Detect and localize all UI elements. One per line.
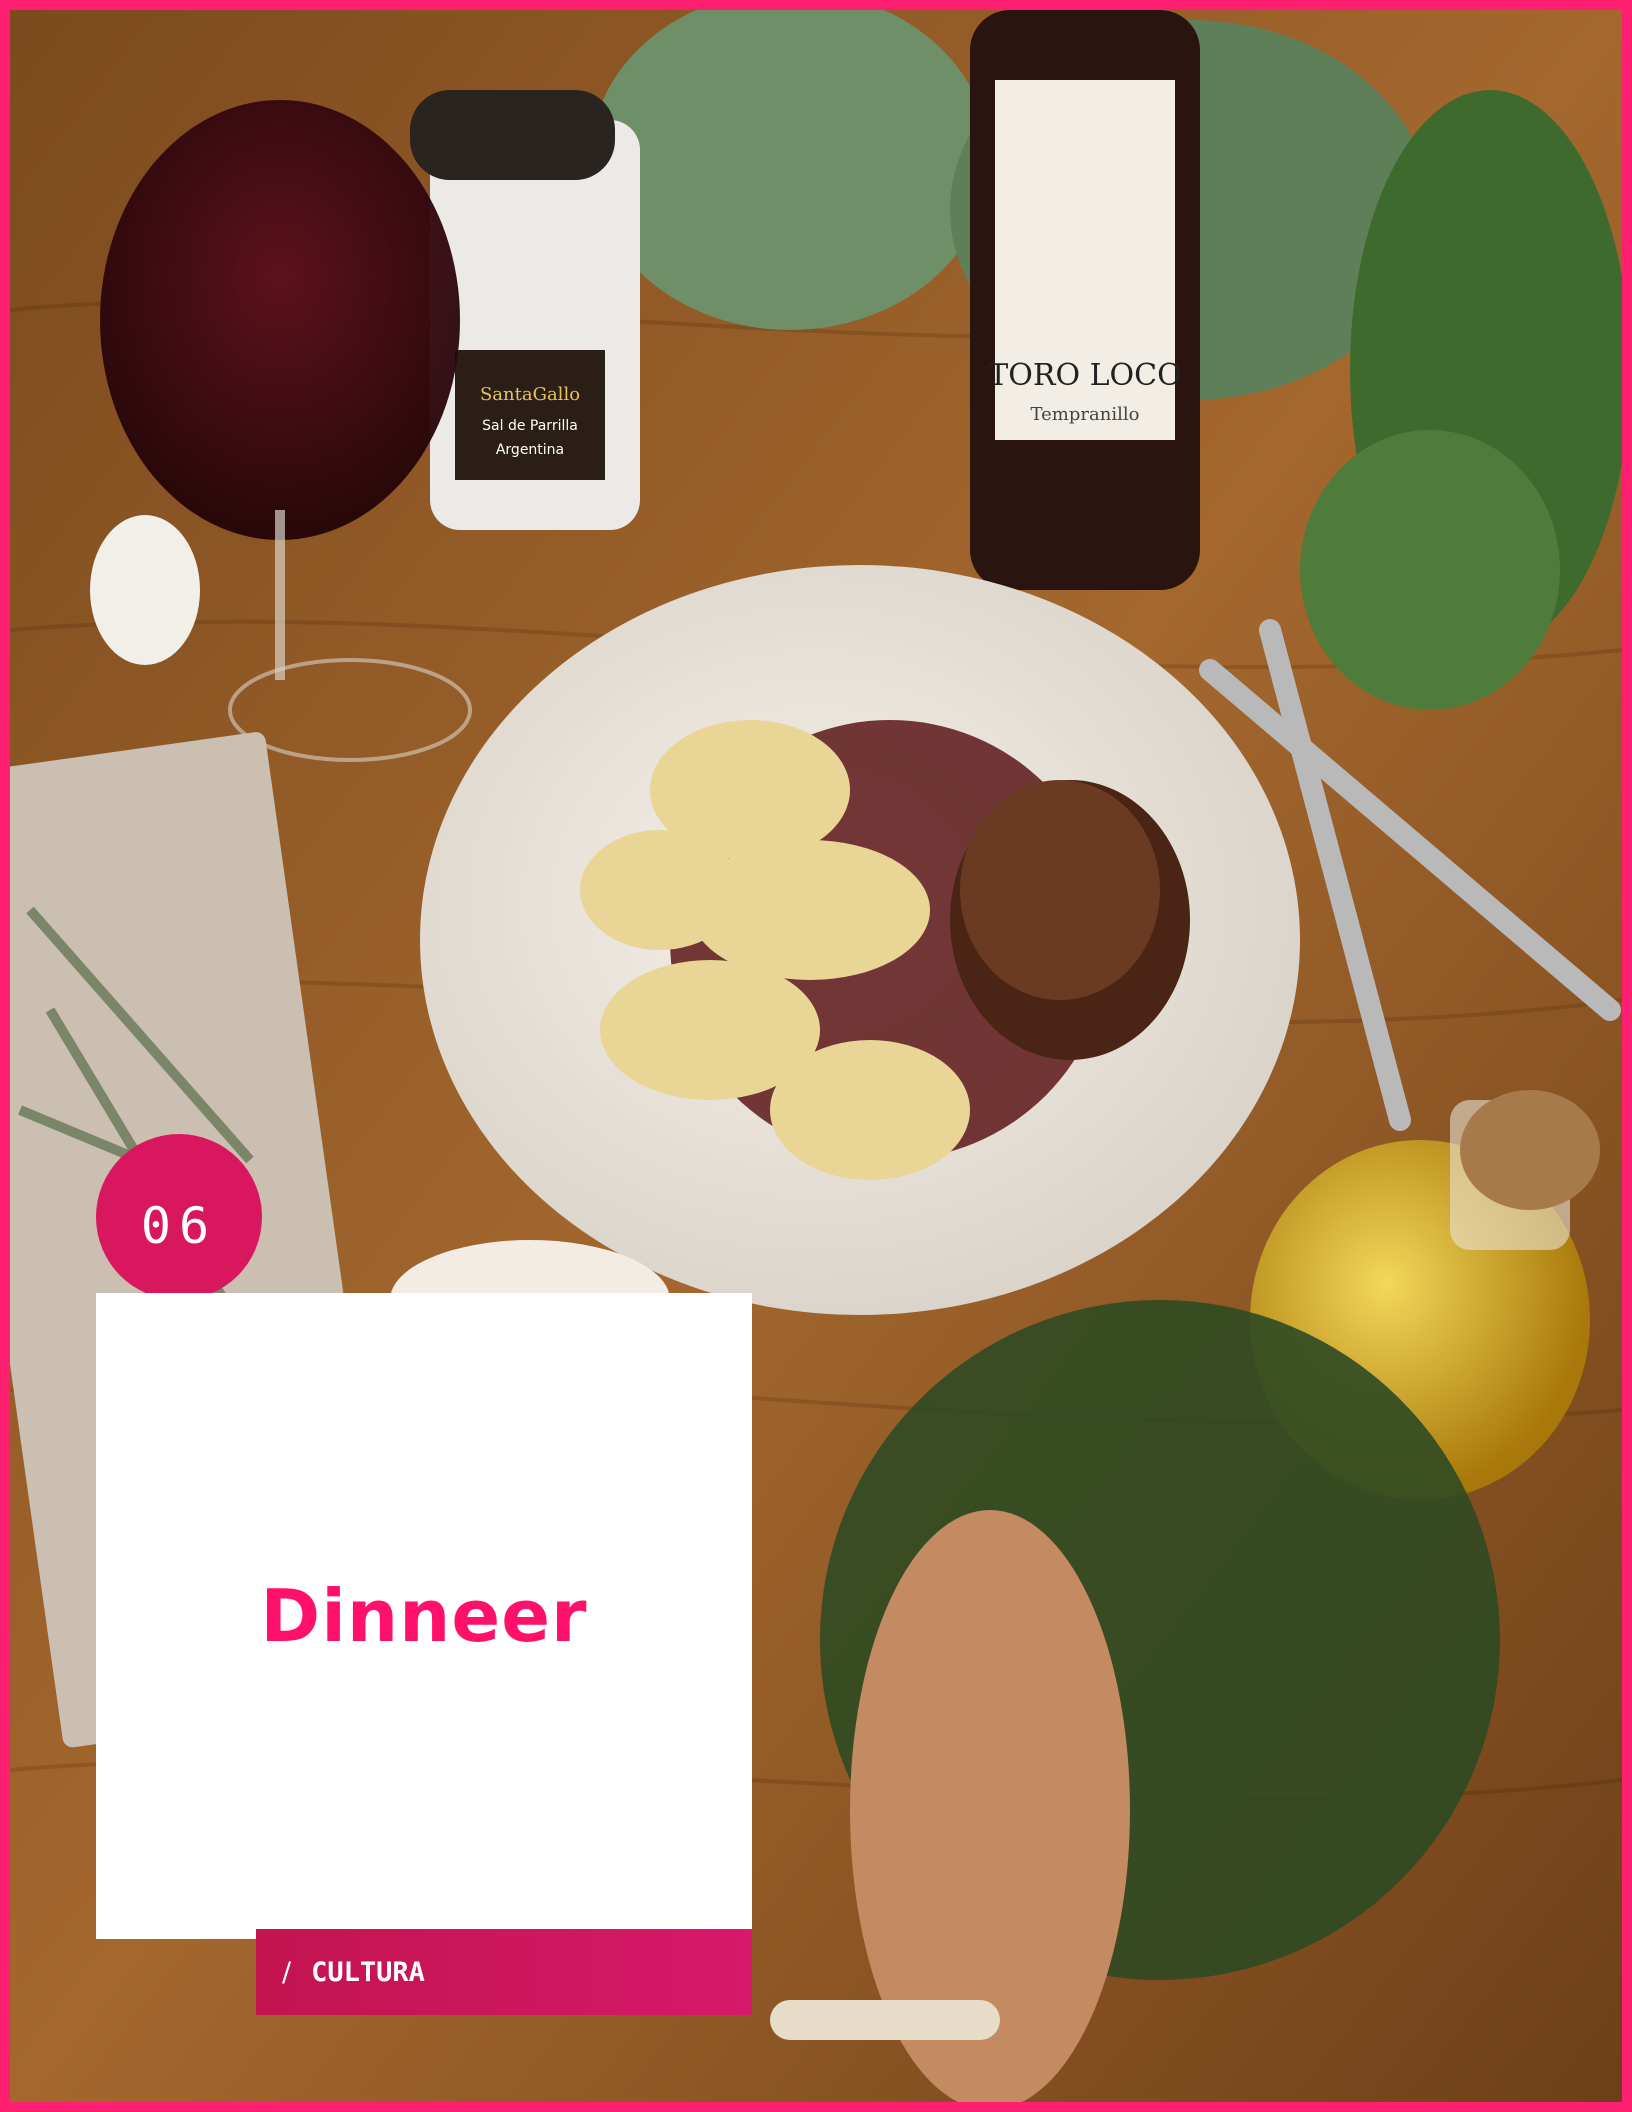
- wine-label-varietal: Tempranillo: [1031, 404, 1140, 425]
- wine-label-brand: TORO LOCO: [988, 358, 1181, 393]
- salt-jar-origin: Argentina: [496, 442, 564, 458]
- dinner-plate: [420, 565, 1300, 1315]
- title-card: Dinneer: [96, 1293, 752, 1939]
- section-label: CULTURA: [311, 1956, 425, 1988]
- page-title: Dinneer: [260, 1574, 588, 1658]
- page-frame: TORO LOCO Tempranillo SantaGallo Sal de …: [0, 0, 1632, 2112]
- section-separator: /: [282, 1956, 292, 1988]
- salt-jar-brand: SantaGallo: [480, 384, 580, 405]
- salt-jar-label: Sal de Parrilla: [482, 418, 578, 434]
- wine-bottle: TORO LOCO Tempranillo: [970, 10, 1200, 590]
- page-number-badge: 06: [96, 1134, 262, 1300]
- section-bar: / CULTURA: [256, 1929, 752, 2015]
